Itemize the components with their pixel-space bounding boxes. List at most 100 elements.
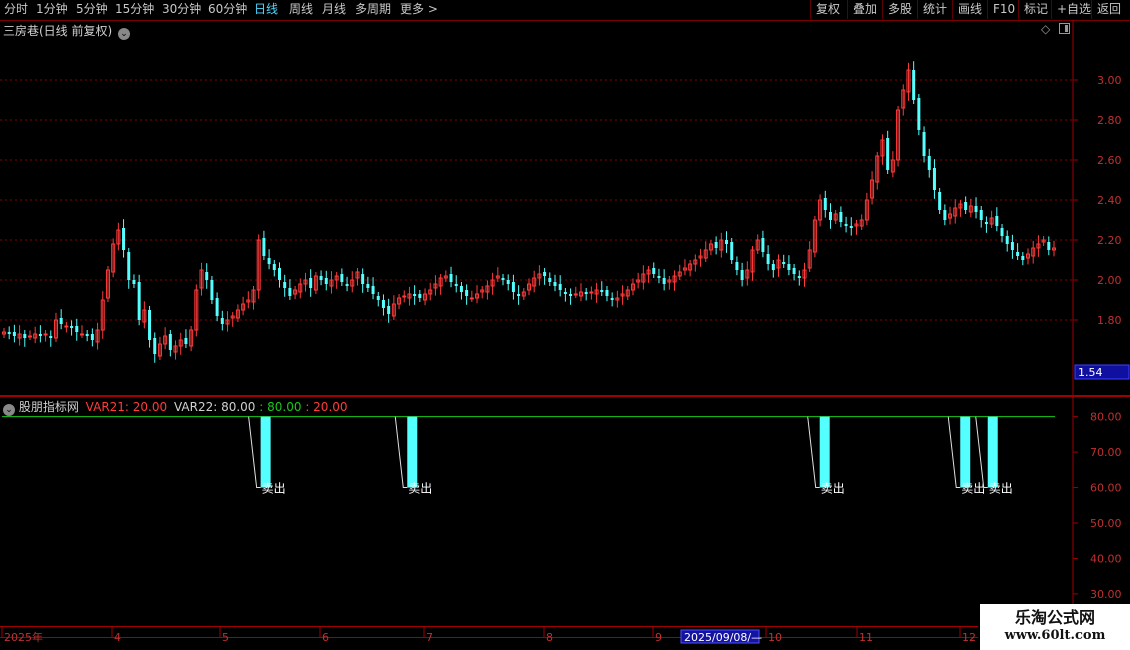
date-label: 2025年 (4, 630, 43, 644)
candlestick-chart[interactable]: 3.00 2.80 2.60 2.40 2.20 2.00 1.80 1.54 (0, 20, 1130, 396)
sell-signal-label: 卖出 (262, 482, 286, 496)
candle-body (454, 284, 458, 286)
candle-body (771, 264, 775, 270)
candle-body (917, 98, 921, 130)
candle-body (927, 156, 931, 170)
candle-body (828, 212, 832, 220)
tab-60min[interactable]: 60分钟 (208, 2, 247, 17)
candle-body (849, 226, 853, 228)
signal-bar (987, 416, 998, 488)
candle-body (787, 264, 791, 270)
tab-monthly[interactable]: 月线 (322, 2, 346, 17)
f10-button[interactable]: F10 (987, 0, 1018, 19)
y-tick-label: 2.00 (1097, 274, 1122, 287)
candle-body (984, 222, 988, 224)
candle-body (657, 276, 661, 278)
candle-body (459, 286, 463, 292)
tab-1min[interactable]: 1分钟 (36, 2, 68, 17)
candle-body (220, 318, 224, 324)
candle-body (7, 332, 11, 334)
candle-body (137, 282, 141, 320)
tab-weekly[interactable]: 周线 (289, 2, 313, 17)
tab-30min[interactable]: 30分钟 (162, 2, 201, 17)
signal-trace (975, 416, 988, 489)
candle-body (584, 292, 588, 294)
candle-body (366, 284, 370, 288)
restore-rights-button[interactable]: 复权 (810, 0, 847, 19)
candle-body (782, 262, 786, 264)
candle-body (912, 70, 916, 100)
cursor-date-label: 2025/09/08/— (684, 631, 762, 644)
tab-daily[interactable]: 日线 (254, 2, 278, 17)
overlay-button[interactable]: 叠加 (847, 0, 882, 19)
candle-body (548, 278, 552, 282)
candle-body (288, 288, 292, 296)
candle-body (371, 286, 375, 294)
candle-body (413, 294, 417, 296)
candle-body (932, 168, 936, 190)
draw-line-button[interactable]: 画线 (952, 0, 987, 19)
candle-body (563, 292, 567, 294)
candle-body (210, 280, 214, 300)
date-label: 11 (859, 631, 873, 644)
tab-multi-period[interactable]: 多周期 (355, 2, 391, 17)
candle-body (324, 278, 328, 284)
tab-15min[interactable]: 15分钟 (115, 2, 154, 17)
candle-body (319, 276, 323, 280)
candle-body (569, 294, 573, 296)
candle-body (168, 334, 172, 350)
candle-body (153, 338, 157, 354)
candle-body (1021, 256, 1025, 260)
candle-body (922, 132, 926, 156)
candle-body (70, 326, 74, 328)
candle-body (75, 326, 79, 332)
candle-body (1016, 252, 1020, 256)
candle-body (839, 212, 843, 222)
candle-body (506, 280, 510, 284)
y-tick-label: 70.00 (1090, 446, 1122, 459)
y-tick-label: 2.60 (1097, 154, 1122, 167)
indicator-chart[interactable]: 80.0070.0060.0050.0040.0030.00卖出 卖出 卖出 卖出 卖出 (0, 396, 1130, 616)
tab-5min[interactable]: 5分钟 (76, 2, 108, 17)
candle-body (1005, 236, 1009, 244)
candle-body (262, 238, 266, 256)
y-tick-label: 2.40 (1097, 194, 1122, 207)
signal-trace (248, 416, 261, 489)
candle-body (418, 294, 422, 298)
candle-body (714, 242, 718, 248)
signal-trace (807, 416, 820, 489)
candle-body (122, 228, 126, 250)
candle-body (64, 325, 69, 328)
candle-body (761, 238, 765, 252)
candle-body (381, 300, 385, 308)
mark-button[interactable]: 标记 (1018, 0, 1051, 19)
candle-body (79, 333, 84, 336)
tab-more[interactable]: 更多 > (400, 2, 438, 17)
candle-body (600, 290, 604, 292)
candle-body (465, 290, 469, 296)
add-watchlist-button[interactable]: +自选 (1051, 0, 1091, 19)
statistics-button[interactable]: 统计 (917, 0, 952, 19)
candle-body (387, 306, 391, 314)
candle-body (943, 210, 947, 220)
candle-body (43, 333, 48, 336)
tab-intraday[interactable]: 分时 (4, 2, 28, 17)
date-label: 6 (322, 631, 329, 644)
y-tick-label: 60.00 (1090, 482, 1122, 495)
y-tick-label: 2.20 (1097, 234, 1122, 247)
candle-body (792, 268, 796, 274)
candle-body (823, 198, 827, 210)
candle-body (132, 280, 136, 284)
multi-stock-button[interactable]: 多股 (882, 0, 917, 19)
candle-body (553, 282, 557, 286)
y-tick-label: 3.00 (1097, 74, 1122, 87)
candle-body (605, 290, 609, 296)
candle-body (844, 224, 848, 226)
price-tag-label: 1.54 (1078, 366, 1103, 379)
candle-body (340, 274, 344, 282)
candle-body (974, 206, 978, 212)
back-button[interactable]: 返回 (1091, 0, 1130, 19)
candle-body (610, 298, 614, 300)
candle-body (449, 274, 453, 282)
candle-body (735, 262, 739, 270)
